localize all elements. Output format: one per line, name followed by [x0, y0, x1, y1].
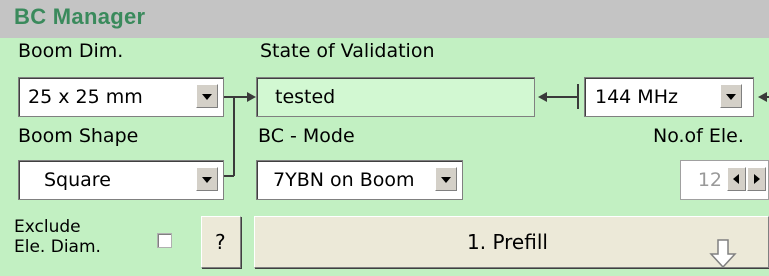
frequency-value: 144 MHz — [595, 86, 678, 108]
bc-mode-value: 7YBN on Boom — [273, 169, 415, 191]
dropdown-arrow-icon[interactable] — [435, 167, 457, 191]
connector-line — [233, 96, 235, 176]
state-value: tested — [275, 86, 336, 108]
dropdown-arrow-icon[interactable] — [196, 167, 218, 191]
help-button[interactable]: ? — [201, 216, 241, 268]
exclude-label-line2: Ele. Diam. — [14, 237, 101, 257]
dropdown-arrow-icon[interactable] — [720, 84, 742, 108]
bc-mode-select[interactable]: 7YBN on Boom — [256, 160, 463, 200]
down-arrow-icon — [709, 239, 737, 269]
no-of-ele-label: No.of Ele. — [653, 125, 744, 147]
no-of-ele-spinner[interactable]: 12 — [680, 160, 769, 200]
connector-line — [224, 175, 234, 177]
no-of-ele-value: 12 — [697, 169, 722, 191]
spin-right-icon[interactable] — [747, 167, 766, 191]
bc-mode-label: BC - Mode — [258, 125, 355, 147]
exclude-ele-diam-label: Exclude Ele. Diam. — [14, 217, 101, 257]
prefill-button-label: 1. Prefill — [467, 230, 548, 254]
title-bar: BC Manager — [0, 0, 769, 38]
connector-line — [577, 84, 579, 109]
boom-dim-select[interactable]: 25 x 25 mm — [18, 77, 224, 117]
dropdown-arrow-icon[interactable] — [196, 84, 218, 108]
arrow-right-icon — [247, 92, 256, 102]
state-of-validation-label: State of Validation — [260, 40, 435, 62]
prefill-button[interactable]: 1. Prefill — [254, 216, 769, 269]
help-button-label: ? — [215, 230, 226, 254]
boom-shape-select[interactable]: Square — [18, 160, 224, 200]
boom-dim-value: 25 x 25 mm — [28, 86, 143, 108]
frequency-select[interactable]: 144 MHz — [584, 77, 754, 117]
state-of-validation-field: tested — [256, 77, 535, 117]
exclude-ele-diam-checkbox[interactable] — [157, 233, 172, 248]
connector-line — [546, 96, 578, 98]
exclude-label-line1: Exclude — [14, 217, 81, 237]
boom-dim-label: Boom Dim. — [18, 40, 124, 62]
spin-left-icon[interactable] — [727, 167, 746, 191]
app-title: BC Manager — [14, 4, 146, 29]
boom-shape-label: Boom Shape — [18, 125, 139, 147]
boom-shape-value: Square — [44, 169, 111, 191]
